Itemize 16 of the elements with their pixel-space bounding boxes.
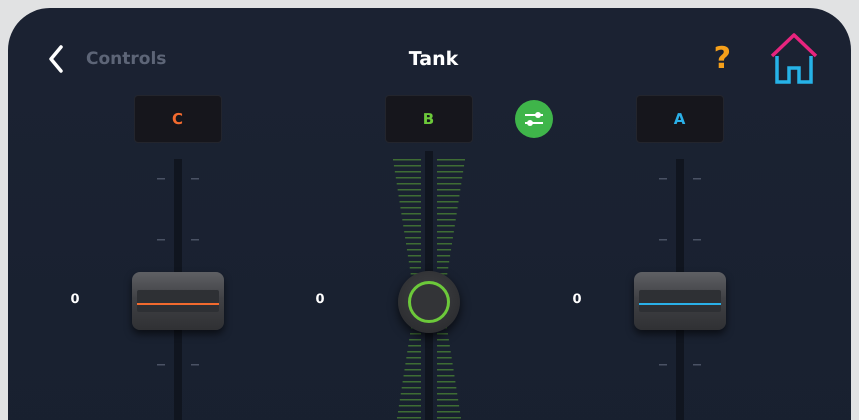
channel-value: 0 [315, 292, 324, 307]
channel-value: 0 [70, 292, 80, 307]
back-button[interactable] [48, 45, 64, 73]
adjust-button[interactable] [514, 100, 552, 138]
channel-label: B [384, 95, 472, 143]
fader-handle[interactable] [132, 272, 224, 330]
help-button[interactable]: ? [714, 44, 731, 74]
chevron-left-icon [48, 45, 64, 73]
channel-value: 0 [572, 292, 582, 307]
page-title: Tank [408, 48, 458, 70]
fader-handle[interactable] [634, 272, 726, 330]
home-icon [769, 32, 819, 86]
home-button[interactable] [769, 32, 819, 86]
channel-label: C [134, 95, 222, 143]
sliders-icon [522, 110, 544, 128]
channel-label: A [636, 95, 724, 143]
